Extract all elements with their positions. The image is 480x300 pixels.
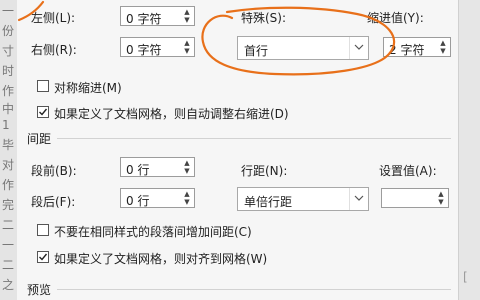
auto-adjust-right-checkbox[interactable] [37,106,49,118]
document-char: 作 [2,84,15,98]
space-before-label: 段前(B): [31,164,77,178]
document-char: 毕 [2,138,15,152]
auto-adjust-right-label[interactable]: 如果定义了文档网格，则自动调整右缩进(D) [54,105,289,122]
right-indent-label: 右侧(R): [31,43,77,57]
dont-add-space-checkbox[interactable] [37,224,49,236]
preview-divider [57,289,451,290]
document-char: 对 [2,158,15,172]
document-char: 份 [2,24,15,38]
document-background-strip: 一 份 寸 时 作 中 1 毕 对 作 完 二 一 二 之 [0,0,18,300]
spin-up-icon[interactable]: ▲ [181,159,193,167]
paragraph-dialog: 左侧(L): 0 字符 ▲ ▼ 特殊(S): 缩进值(Y): 右侧(R): 0 … [17,0,458,300]
indent-by-spinner[interactable]: 2 字符 ▲ ▼ [383,37,451,57]
spin-down-icon[interactable]: ▼ [437,47,449,55]
document-char: 1 [2,118,10,132]
space-after-label: 段后(F): [31,195,76,209]
dont-add-space-label[interactable]: 不要在相同样式的段落间增加间距(C) [54,223,252,240]
chevron-down-icon[interactable] [354,44,364,50]
chevron-down-icon[interactable] [354,195,364,201]
snap-to-grid-checkbox[interactable] [37,251,49,263]
spin-down-icon[interactable]: ▼ [181,198,193,206]
right-indent-value[interactable]: 0 字符 [126,41,161,58]
indent-by-value[interactable]: 2 字符 [389,41,424,58]
at-label: 设置值(A): [379,164,437,178]
document-char: 二 [2,218,15,232]
dropdown-chevron[interactable] [349,188,368,210]
dropdown-chevron[interactable] [349,37,368,59]
special-indent-dropdown[interactable]: 首行 [237,36,369,60]
preview-section-title: 预览 [27,283,52,297]
spin-down-icon[interactable]: ▼ [181,16,193,24]
spin-down-icon[interactable]: ▼ [181,47,193,55]
at-spinner[interactable]: ▲ ▼ [381,188,449,208]
space-after-value[interactable]: 0 行 [126,192,149,209]
special-indent-value[interactable]: 首行 [244,42,268,59]
checkmark-icon [39,108,48,116]
document-char: 时 [2,64,15,78]
checkmark-icon [39,253,48,261]
document-char: 一 [2,238,15,252]
document-char: 中 [2,102,15,116]
line-spacing-label: 行距(N): [241,164,288,178]
document-char: 寸 [2,44,15,58]
mirror-indents-label[interactable]: 对称缩进(M) [54,79,122,96]
left-indent-value[interactable]: 0 字符 [126,10,161,27]
right-document-strip: [ [458,0,480,300]
document-char: 完 [2,198,15,212]
special-indent-label: 特殊(S): [241,11,287,25]
spin-up-icon[interactable]: ▲ [181,39,193,47]
spin-up-icon[interactable]: ▲ [181,190,193,198]
space-before-value[interactable]: 0 行 [126,161,149,178]
spin-up-icon[interactable]: ▲ [435,190,447,198]
spacing-divider [57,138,451,139]
line-spacing-dropdown[interactable]: 单倍行距 [237,187,369,211]
left-indent-label: 左侧(L): [31,11,76,25]
space-before-spinner[interactable]: 0 行 ▲ ▼ [120,157,195,177]
document-char: 之 [2,278,15,292]
right-indent-spinner[interactable]: 0 字符 ▲ ▼ [120,37,195,57]
spin-down-icon[interactable]: ▼ [181,167,193,175]
snap-to-grid-label[interactable]: 如果定义了文档网格，则对齐到网格(W) [54,250,267,267]
document-char: 作 [2,178,15,192]
spin-down-icon[interactable]: ▼ [435,198,447,206]
spin-up-icon[interactable]: ▲ [181,8,193,16]
indent-by-label: 缩进值(Y): [367,11,424,25]
left-indent-spinner[interactable]: 0 字符 ▲ ▼ [120,6,195,26]
spacing-section-title: 间距 [27,132,52,146]
space-after-spinner[interactable]: 0 行 ▲ ▼ [120,188,195,208]
line-spacing-value[interactable]: 单倍行距 [244,193,292,210]
decorative-mark: [ [463,270,468,284]
document-char: 一 [2,4,15,18]
spin-up-icon[interactable]: ▲ [437,39,449,47]
document-char: 二 [2,258,15,272]
mirror-indents-checkbox[interactable] [37,80,49,92]
